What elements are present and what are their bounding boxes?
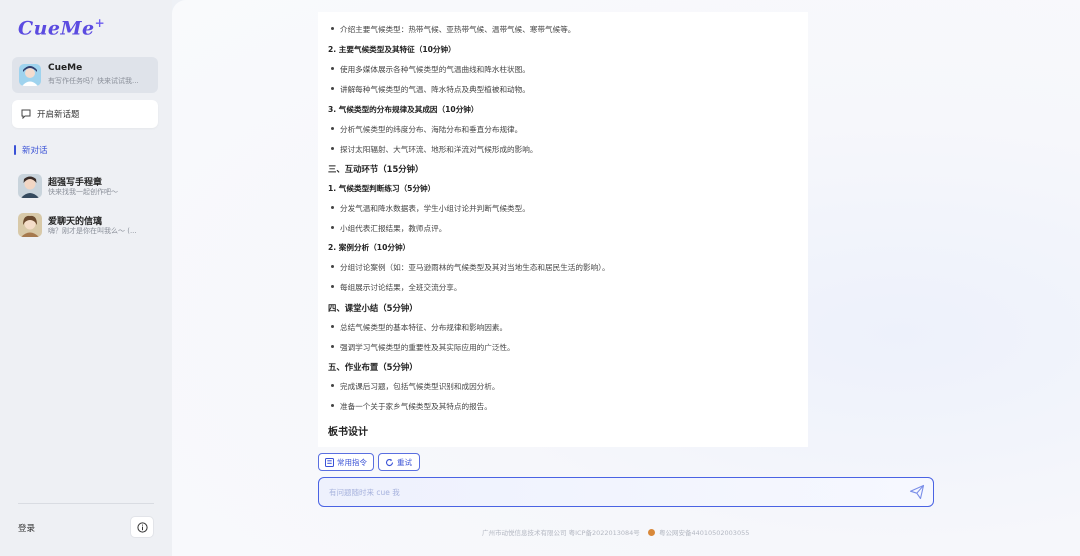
content-line-section: 五、作业布置（5分钟）	[328, 362, 418, 372]
police-badge-icon	[647, 529, 655, 536]
chat-item-chatter[interactable]: 爱聊天的信璃 嗨？刚才是你在叫我么～ (...	[18, 212, 164, 238]
info-icon	[137, 522, 148, 533]
content-line-bullet: 完成课后习题，包括气候类型识别和成因分析。	[330, 382, 500, 391]
send-icon[interactable]	[909, 484, 925, 500]
footer-company: 广州市动悦信息技术有限公司 粤ICP备2022013084号	[482, 529, 640, 537]
message-content: 介绍主要气候类型：热带气候、亚热带气候、温带气候、寒带气候等。 2. 主要气候类型…	[318, 12, 808, 447]
sidebar-divider	[18, 503, 154, 504]
content-line-bullet: 分发气温和降水数据表，学生小组讨论并判断气候类型。	[331, 204, 530, 213]
content-line-bullet: 准备一个关于家乡气候类型及其特点的报告。	[331, 402, 492, 411]
content-line-bullet: 小组代表汇报结果，教师点评。	[330, 224, 447, 233]
retry-button[interactable]: 重试	[378, 453, 420, 471]
sidebar: CueMe+ CueMe 有写作任务吗？快来试试我... 开启新话题 新对话 超…	[0, 0, 172, 556]
assistant-name: CueMe	[48, 63, 83, 73]
footer-police: 粤公网安备44010502003055	[658, 529, 750, 537]
chat-subtitle: 嗨？刚才是你在叫我么～ (...	[48, 227, 137, 235]
content-line-section: 三、互动环节（15分钟）	[328, 164, 424, 174]
content-line-bullet: 每组展示讨论结果，全班交流分享。	[331, 283, 462, 292]
chat-input-box[interactable]	[318, 477, 934, 507]
chat-input[interactable]	[329, 485, 889, 499]
assistant-subtitle: 有写作任务吗？快来试试我...	[48, 77, 139, 85]
login-link[interactable]: 登录	[18, 522, 35, 534]
new-topic-icon	[21, 109, 31, 119]
logo[interactable]: CueMe+	[18, 16, 105, 39]
info-button[interactable]	[130, 516, 154, 538]
main-area: 介绍主要气候类型：热带气候、亚热带气候、温带气候、寒带气候等。 2. 主要气候类型…	[172, 0, 1080, 556]
content-line-bullet: 介绍主要气候类型：热带气候、亚热带气候、温带气候、寒带气候等。	[330, 25, 576, 34]
common-commands-label: 常用指令	[337, 458, 367, 467]
content-line-sub: 3. 气候类型的分布规律及其成因（10分钟）	[328, 105, 479, 114]
content-line-section: 四、课堂小结（5分钟）	[328, 303, 418, 313]
common-commands-button[interactable]: 常用指令	[318, 453, 374, 471]
refresh-icon	[385, 458, 394, 466]
assistant-card-cueme[interactable]: CueMe 有写作任务吗？快来试试我...	[12, 57, 158, 93]
content-line-bullet: 使用多媒体展示各种气候类型的气温曲线和降水柱状图。	[331, 65, 530, 74]
avatar	[18, 213, 42, 237]
content-line-bullet: 总结气候类型的基本特征、分布规律和影响因素。	[330, 323, 508, 332]
new-topic-button[interactable]: 开启新话题	[12, 100, 158, 128]
avatar	[19, 64, 41, 86]
content-line-sub: 1. 气候类型判断练习（5分钟）	[328, 184, 436, 193]
content-line-bullet: 探讨太阳辐射、大气环流、地形和洋流对气候形成的影响。	[330, 145, 538, 154]
content-line-bullet: 讲解每种气候类型的气温、降水特点及典型植被和动物。	[331, 85, 530, 94]
retry-label: 重试	[397, 458, 412, 467]
content-line-heading: 板书设计	[328, 427, 368, 438]
content-line-sub: 2. 案例分析（10分钟）	[328, 243, 411, 252]
new-chat-link[interactable]: 新对话	[14, 144, 48, 156]
avatar	[18, 174, 42, 198]
content-line-sub: 2. 主要气候类型及其特征（10分钟）	[328, 45, 456, 54]
commands-icon	[325, 458, 334, 467]
footer: 广州市动悦信息技术有限公司 粤ICP备2022013084号 粤公网安备4401…	[482, 527, 749, 537]
chat-subtitle: 快来找我一起创作吧～	[48, 188, 118, 196]
content-line-bullet: 分组讨论案例（如：亚马逊雨林的气候类型及其对当地生态和居民生活的影响）。	[331, 263, 610, 272]
logo-plus: +	[94, 16, 106, 30]
chat-item-writer[interactable]: 超强写手程章 快来找我一起创作吧～	[18, 173, 164, 199]
content-line-bullet: 分析气候类型的纬度分布、海陆分布和垂直分布规律。	[330, 125, 523, 134]
new-topic-label: 开启新话题	[37, 110, 80, 120]
content-line-bullet: 强调学习气候类型的重要性及其实际应用的广泛性。	[331, 343, 515, 352]
